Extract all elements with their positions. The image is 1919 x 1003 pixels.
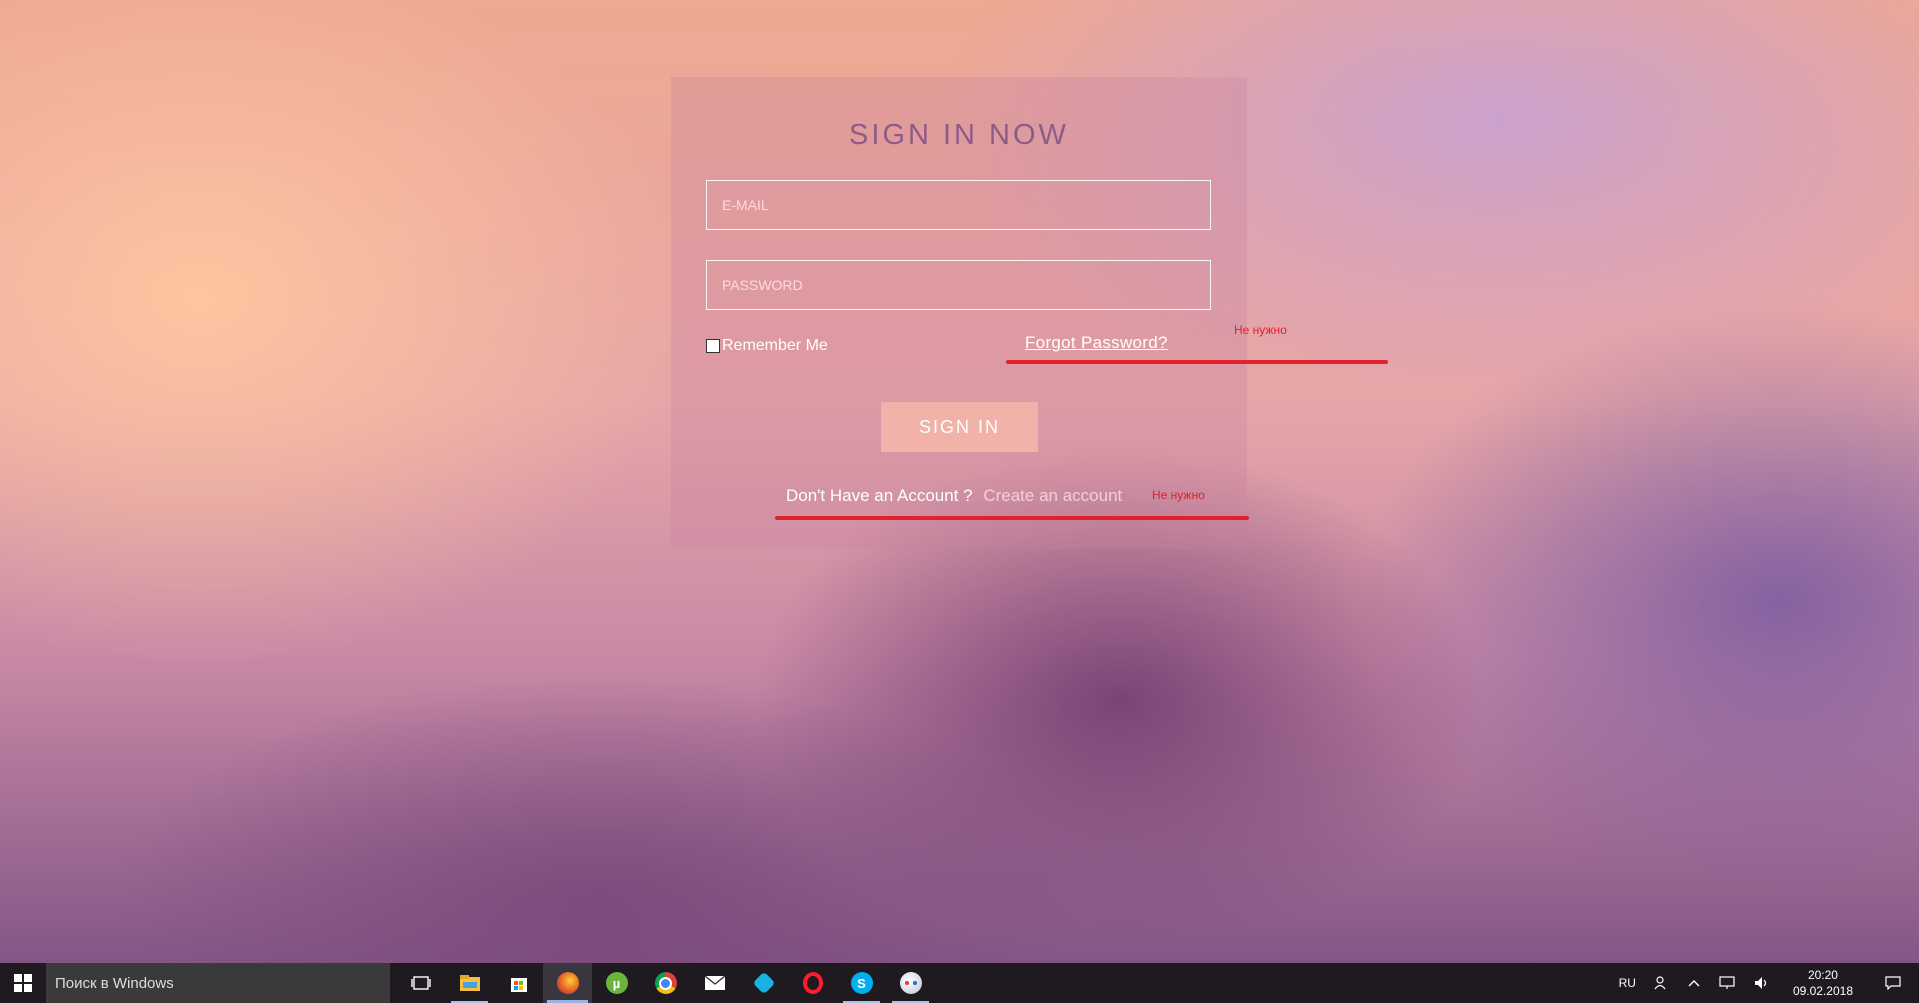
network-icon[interactable] [1709,976,1745,990]
people-icon[interactable] [1645,976,1679,990]
taskbar: Поиск в Windows µ S RU 20:20 09.02.2018 [0,963,1919,1003]
signin-card: SIGN IN NOW Remember Me Forgot Password?… [671,77,1247,549]
opera-icon[interactable] [788,963,837,1003]
create-account-link[interactable]: Create an account [983,486,1122,505]
volume-icon[interactable] [1745,976,1779,990]
clock-time: 20:20 [1807,968,1838,982]
annotation-note-create: Не нужно [1152,488,1205,502]
clock-date: 09.02.2018 [1792,984,1853,998]
page-title: SIGN IN NOW [849,119,1069,151]
password-field[interactable] [706,260,1211,310]
notifications-icon[interactable] [1867,976,1919,990]
file-explorer-icon[interactable] [445,963,494,1003]
firefox-icon[interactable] [543,963,592,1003]
signin-button[interactable]: SIGN IN [881,402,1038,452]
account-row: Don't Have an Account ? Create an accoun… [786,486,1122,506]
annotation-note-forgot: Не нужно [1234,323,1287,337]
chrome-icon[interactable] [641,963,690,1003]
start-button[interactable] [0,963,46,1003]
mail-icon[interactable] [690,963,739,1003]
chevron-up-icon[interactable] [1679,979,1709,987]
system-tray: RU 20:20 09.02.2018 [1610,963,1919,1003]
remember-me[interactable]: Remember Me [706,337,828,355]
taskbar-search[interactable]: Поиск в Windows [46,963,390,1003]
paint-icon[interactable] [886,963,935,1003]
kodi-icon[interactable] [739,963,788,1003]
taskbar-apps: µ S [396,963,935,1003]
email-field[interactable] [706,180,1211,230]
annotation-line-forgot [1006,360,1388,364]
utorrent-icon[interactable]: µ [592,963,641,1003]
remember-checkbox[interactable] [706,339,720,353]
skype-icon[interactable]: S [837,963,886,1003]
clock[interactable]: 20:20 09.02.2018 [1779,967,1867,999]
remember-label: Remember Me [722,337,828,354]
no-account-text: Don't Have an Account ? [786,486,973,505]
language-indicator[interactable]: RU [1610,976,1645,990]
forgot-password-link[interactable]: Forgot Password? [1025,333,1168,353]
store-icon[interactable] [494,963,543,1003]
windows-icon [14,974,32,992]
annotation-line-create [775,516,1249,520]
task-view-icon[interactable] [396,963,445,1003]
